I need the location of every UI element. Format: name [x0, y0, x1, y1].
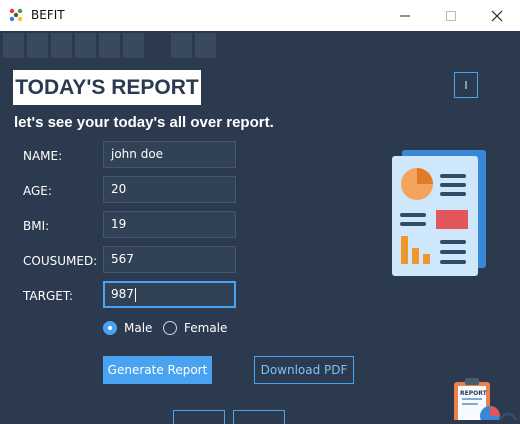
male-radio-label[interactable]: Male	[124, 321, 152, 335]
close-icon	[491, 10, 503, 21]
tab-3[interactable]	[50, 32, 73, 59]
report-clipboard-graphic: REPORT	[450, 376, 520, 420]
age-field[interactable]: 20	[103, 176, 236, 203]
bmi-field[interactable]: 19	[103, 211, 236, 238]
age-label: AGE:	[23, 184, 52, 198]
target-label: TARGET:	[23, 289, 73, 303]
male-radio[interactable]	[103, 321, 117, 335]
generate-report-button[interactable]: Generate Report	[103, 356, 212, 384]
minimize-icon	[400, 15, 410, 16]
clipboard-report-text: REPORT	[460, 390, 487, 397]
consumed-label: COUSUMED:	[23, 254, 98, 268]
report-document-illustration-icon	[392, 150, 486, 276]
tab-7-active[interactable]	[146, 32, 169, 59]
app-logo-icon	[9, 8, 23, 22]
info-button[interactable]: I	[454, 72, 478, 98]
tab-6[interactable]	[122, 32, 145, 59]
close-button[interactable]	[474, 0, 520, 31]
tab-9[interactable]	[194, 32, 217, 59]
page-title: TODAY'S REPORT	[13, 70, 201, 105]
bottom-button-2[interactable]	[233, 410, 285, 424]
window-titlebar: BEFIT	[0, 0, 520, 31]
maximize-button[interactable]	[428, 0, 474, 31]
target-field[interactable]: 987	[103, 281, 236, 308]
maximize-icon	[446, 10, 456, 21]
tab-5[interactable]	[98, 32, 121, 59]
tab-1[interactable]	[2, 32, 25, 59]
minimize-button[interactable]	[382, 0, 428, 31]
report-clipboard-icon	[454, 378, 518, 420]
target-value: 987	[111, 287, 134, 301]
name-field[interactable]: john doe	[103, 141, 236, 168]
tab-strip	[0, 31, 520, 60]
consumed-field[interactable]: 567	[103, 246, 236, 273]
bottom-button-1[interactable]	[173, 410, 225, 424]
name-label: NAME:	[23, 149, 63, 163]
window-title: BEFIT	[31, 8, 65, 22]
female-radio[interactable]	[163, 321, 177, 335]
download-pdf-button[interactable]: Download PDF	[254, 356, 354, 384]
tab-2[interactable]	[26, 32, 49, 59]
tab-8[interactable]	[170, 32, 193, 59]
text-caret	[134, 287, 136, 302]
female-radio-label[interactable]: Female	[184, 321, 227, 335]
tab-4[interactable]	[74, 32, 97, 59]
bmi-label: BMI:	[23, 219, 50, 233]
page-subtitle: let's see your today's all over report.	[14, 114, 274, 131]
